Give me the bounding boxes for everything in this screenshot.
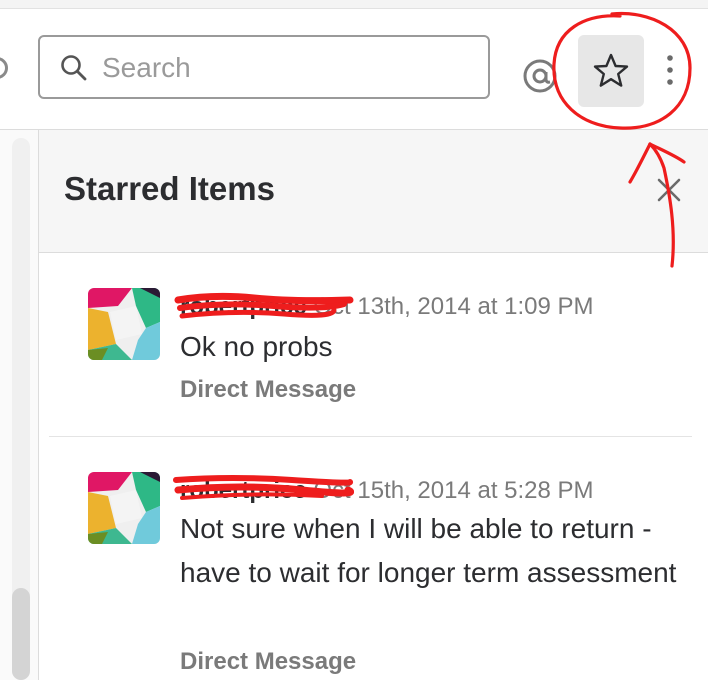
panel-title: Starred Items	[64, 170, 275, 207]
vertical-ellipsis-icon[interactable]	[664, 53, 676, 93]
close-icon[interactable]	[655, 176, 683, 204]
message-timestamp[interactable]: Oct 13th, 2014 at 1:09 PM	[313, 293, 593, 320]
search-input[interactable]: Search	[38, 35, 490, 99]
avatar[interactable]	[88, 472, 160, 544]
star-icon	[593, 53, 629, 87]
flexpane-header: Starred Items	[39, 130, 708, 253]
gear-icon[interactable]	[0, 57, 8, 79]
search-placeholder: Search	[102, 52, 191, 83]
redaction-scribble	[174, 292, 354, 319]
message-text: Ok no probs	[180, 331, 333, 362]
starred-item[interactable]: robertprice Oct 13th, 2014 at 1:09 PM Ok…	[39, 253, 708, 435]
starred-items-button[interactable]	[578, 35, 644, 107]
message-timestamp[interactable]: Oct 15th, 2014 at 5:28 PM	[313, 477, 593, 504]
window-top-edge	[0, 0, 708, 9]
scrollbar-thumb[interactable]	[12, 588, 30, 680]
starred-item[interactable]: robertprice Oct 15th, 2014 at 5:28 PM No…	[39, 437, 708, 680]
search-icon	[61, 55, 87, 81]
top-toolbar: Search	[0, 9, 708, 130]
message-source[interactable]: Direct Message	[180, 376, 356, 404]
message-source[interactable]: Direct Message	[180, 648, 356, 676]
message-text: Not sure when I will be able to return -…	[180, 513, 677, 588]
redaction-scribble	[173, 475, 354, 500]
avatar[interactable]	[88, 288, 160, 360]
at-sign-icon[interactable]	[522, 58, 558, 94]
